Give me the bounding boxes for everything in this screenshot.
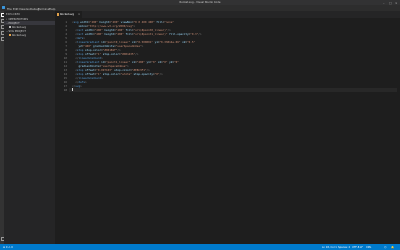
- sidebar-item-label: Rocket.svg: [12, 33, 27, 37]
- menu-help[interactable]: Help: [49, 7, 55, 11]
- code-token: stop-opacity: [131, 72, 153, 76]
- language-mode[interactable]: XML: [366, 246, 371, 249]
- code-token: />: [159, 72, 163, 76]
- code-token: "400": [136, 60, 145, 64]
- code-token: "0.5": [186, 40, 196, 44]
- line-ending[interactable]: LF: [360, 246, 363, 249]
- code-token: >: [101, 76, 103, 80]
- code-token: />: [198, 32, 202, 36]
- code-token: fill-opacity: [167, 32, 189, 36]
- code-token: "url(#paint1_linear)": [133, 32, 168, 36]
- close-tab-icon[interactable]: ×: [78, 13, 80, 16]
- window-title: Rocket.svg - Visual Studio Code: [179, 0, 221, 4]
- vscode-logo-icon: [1, 6, 5, 10]
- menu-view[interactable]: View: [19, 7, 26, 11]
- code-token: "400": [94, 32, 103, 36]
- status-bar: ⊗ 0 ⚠ 0 Ln 18, Col 1 Spaces: 2 UTF-8 LF …: [0, 244, 400, 250]
- indentation-setting[interactable]: Spaces: 2: [338, 246, 350, 249]
- file-icon: [9, 25, 11, 29]
- explorer-header: EXPLORER: [6, 12, 21, 16]
- code-line[interactable]: <rect width="400" height="400" fill="url…: [72, 32, 202, 36]
- minimize-icon[interactable]: –: [383, 1, 385, 5]
- code-token: "400": [115, 32, 124, 36]
- explorer-sidebar: EXPLORER › OPEN EDITORS ⌄ PROJECT Rocket…: [4, 11, 55, 244]
- maximize-icon[interactable]: □: [389, 1, 392, 5]
- code-token: />: [135, 52, 139, 56]
- code-token: "0.33814e-06": [159, 40, 181, 44]
- code-token: fill: [154, 20, 163, 24]
- line-number: 18: [63, 88, 67, 92]
- tab-rocket-svg[interactable]: Rocket.svg ×: [55, 11, 82, 18]
- current-line-highlight: [69, 87, 400, 92]
- code-token: height: [102, 32, 115, 36]
- code-token: stop-color: [101, 72, 119, 76]
- code-token: "0 0 400 400": [133, 20, 155, 24]
- code-token: "white": [120, 72, 132, 76]
- close-window-icon[interactable]: ×: [395, 1, 398, 5]
- notifications-bell-icon[interactable]: 🔔: [391, 246, 394, 249]
- problems-indicator[interactable]: ⊗ 0 ⚠ 0: [3, 246, 13, 249]
- sidebar-item-file[interactable]: Rocket.svg: [4, 33, 55, 37]
- svg-file-icon: [57, 13, 59, 16]
- feedback-icon[interactable]: ☺: [384, 246, 387, 249]
- code-line[interactable]: </svg>: [72, 84, 82, 88]
- tab-label: Rocket.svg: [60, 13, 75, 16]
- code-token: >: [80, 84, 82, 88]
- svg-file-icon: [9, 33, 11, 37]
- code-token: fill: [123, 32, 132, 36]
- encoding[interactable]: UTF-8: [352, 246, 359, 249]
- code-token: stop-color: [101, 52, 119, 56]
- code-token: "#001435": [120, 52, 136, 56]
- menu-file[interactable]: File: [7, 7, 12, 11]
- menu-edit[interactable]: Edit: [13, 7, 18, 11]
- line-number-gutter: 1 2 3 4 5 6 7 8 9 10 11 12 13 14 15 16 17 18: [55, 18, 69, 244]
- editor-tab-bar: Rocket.svg ×: [55, 11, 400, 18]
- code-token: >: [84, 80, 87, 84]
- code-token: >: [141, 44, 144, 48]
- code-token: "0": [174, 60, 179, 64]
- code-token: "none": [164, 20, 175, 24]
- code-editor[interactable]: 1 2 3 4 5 6 7 8 9 10 11 12 13 14 15 16 17 18 <svg width="…: [55, 18, 400, 244]
- cursor-position[interactable]: Ln 18, Col 1: [322, 246, 337, 249]
